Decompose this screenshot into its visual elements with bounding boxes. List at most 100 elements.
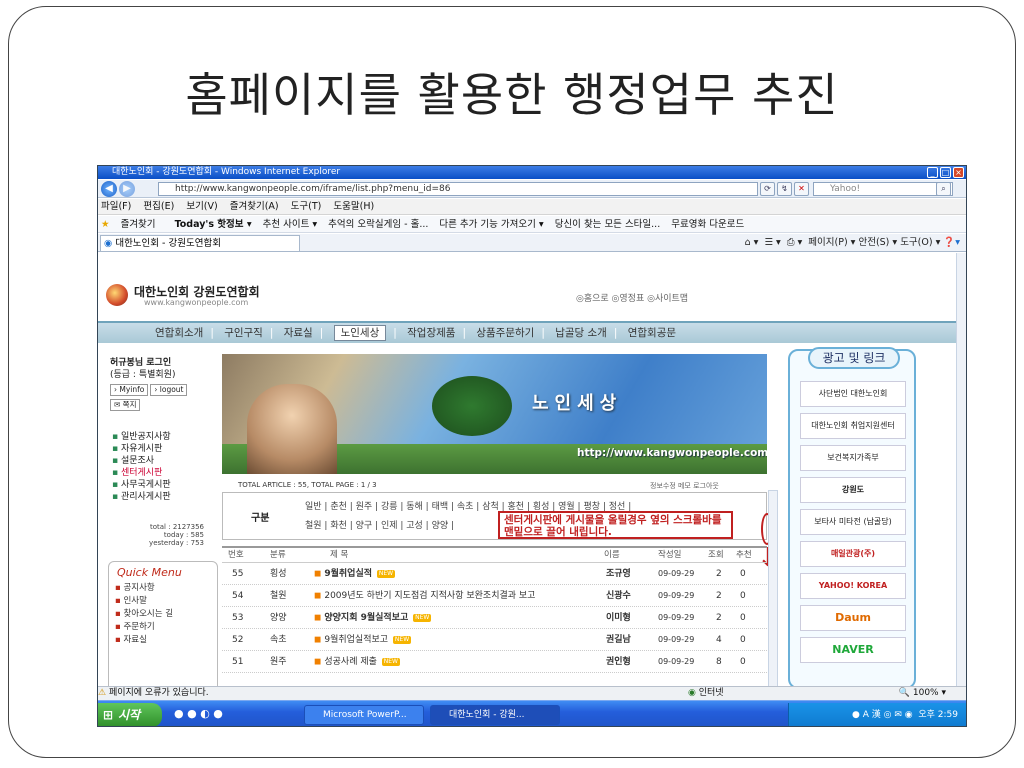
note-button[interactable]: ✉ 쪽지 xyxy=(110,399,141,411)
quick-notice[interactable]: 공지사항 xyxy=(115,582,173,595)
fav-style[interactable]: 당신이 찾는 모든 스타일... xyxy=(555,219,661,230)
myinfo-button[interactable]: › Myinfo xyxy=(110,384,149,396)
command-menus[interactable]: 페이지(P) ▾ 안전(S) ▾ 도구(O) ▾ xyxy=(808,237,940,248)
nav-products[interactable]: 작업장제품 xyxy=(407,327,455,339)
fav-movie[interactable]: 무료영화 다운로드 xyxy=(671,219,744,230)
page-scrollbar[interactable] xyxy=(956,253,966,686)
board-center[interactable]: 센터게시판 xyxy=(112,467,171,479)
login-box: 허규봉님 로그인 (등급 : 특별회원) › Myinfo › logout ✉ … xyxy=(110,357,189,411)
close-icon[interactable]: × xyxy=(953,167,964,178)
ad-welfare-ministry[interactable]: 보건복지가족부 xyxy=(800,445,906,471)
nav-order[interactable]: 상품주문하기 xyxy=(476,327,534,339)
fav-recommend[interactable]: 추천 사이트 ▾ xyxy=(263,219,318,230)
ad-naver[interactable]: NAVER xyxy=(800,637,906,663)
nav-columbarium[interactable]: 납골당 소개 xyxy=(555,327,607,339)
nav-archive[interactable]: 자료실 xyxy=(284,327,313,339)
favorites-button[interactable]: ★ 즐겨찾기 xyxy=(101,219,164,230)
banner-tree xyxy=(432,376,512,436)
address-input[interactable]: http://www.kangwonpeople.com/iframe/list… xyxy=(158,182,758,196)
compat-icon[interactable]: ↯ xyxy=(777,182,792,196)
ad-job-center[interactable]: 대한노인회 취업지원센터 xyxy=(800,413,906,439)
maximize-icon[interactable]: □ xyxy=(940,167,951,178)
menu-tools[interactable]: 도구(T) xyxy=(291,201,322,212)
ad-botasa[interactable]: 보타사 미타전 (납골당) xyxy=(800,509,906,535)
print-icon[interactable]: ⎙ ▾ xyxy=(787,237,802,248)
table-row[interactable]: 53 양양 ◼ 양양지회 9월실적보고 NEW 이미형 09-09-29 2 0 xyxy=(222,608,767,629)
refresh-icon[interactable]: ⟳ xyxy=(760,182,775,196)
visit-counter: total : 2127356 today : 585 yesterday : … xyxy=(149,523,204,547)
tab-label: 대한노인회 - 강원도연합회 xyxy=(115,238,221,249)
board-office[interactable]: 사무국게시판 xyxy=(112,479,171,491)
quick-directions[interactable]: 찾아오시는 길 xyxy=(115,608,173,621)
menu-bar: 파일(F) 편집(E) 보기(V) 즐겨찾기(A) 도구(T) 도움말(H) xyxy=(98,199,966,215)
fav-arcade[interactable]: 추억의 오락실게임 - 홀... xyxy=(328,219,428,230)
taskbar-ie[interactable]: 대한노인회 - 강원... xyxy=(430,705,560,725)
ad-senior-association[interactable]: 사단법인 대한노인회 xyxy=(800,381,906,407)
ad-maeil-tour[interactable]: 매일관광(주) xyxy=(800,541,906,567)
back-icon[interactable]: ◀ xyxy=(101,181,117,197)
category-links-2[interactable]: 철원 | 화천 | 양구 | 인제 | 고성 | 양양 | xyxy=(305,518,454,531)
menu-help[interactable]: 도움말(H) xyxy=(333,201,374,212)
board-manager[interactable]: 관리사게시판 xyxy=(112,491,171,503)
board-scrollbar[interactable] xyxy=(768,490,778,686)
browser-tab[interactable]: ◉ 대한노인회 - 강원도연합회 xyxy=(100,235,300,251)
board-survey[interactable]: 설문조사 xyxy=(112,455,171,467)
slide: 홈페이지를 활용한 행정업무 추진 대한노인회 - 강원도연합회 - Windo… xyxy=(8,6,1016,758)
menu-edit[interactable]: 편집(E) xyxy=(143,201,174,212)
menu-favorites[interactable]: 즐겨찾기(A) xyxy=(230,201,279,212)
warning-icon[interactable]: ⚠ xyxy=(98,688,106,698)
table-row[interactable]: 51 원주 ◼ 성공사례 제출 NEW 권인형 09-09-29 8 0 xyxy=(222,652,767,673)
minimize-icon[interactable]: _ xyxy=(927,167,938,178)
org-url: www.kangwonpeople.com xyxy=(144,298,249,307)
forward-icon[interactable]: ▶ xyxy=(119,181,135,197)
ad-gangwon[interactable]: 강원도 xyxy=(800,477,906,503)
home-icon[interactable]: ⌂ ▾ xyxy=(745,237,759,248)
ad-yahoo[interactable]: YAHOO! KOREA xyxy=(800,573,906,599)
feed-icon[interactable]: ☰ ▾ xyxy=(765,237,781,248)
nav-senior-world[interactable]: 노인세상 xyxy=(333,325,387,341)
command-bar: ⌂ ▾ ☰ ▾ ⎙ ▾ 페이지(P) ▾ 안전(S) ▾ 도구(O) ▾ ❓▾ xyxy=(745,236,960,250)
table-row[interactable]: 54 철원 ◼ 2009년도 하반기 지도점검 지적사항 보완조치결과 보고 신… xyxy=(222,586,767,607)
logout-button[interactable]: › logout xyxy=(150,384,188,396)
col-name: 이름 xyxy=(604,550,620,560)
nav-notice[interactable]: 연합회공문 xyxy=(628,327,676,339)
star-icon: ★ xyxy=(101,219,110,230)
banner-title: 노인세상 xyxy=(532,393,623,414)
fav-addons[interactable]: 다른 추가 기능 가져오기 ▾ xyxy=(439,219,543,230)
quick-menu: Quick Menu 공지사항 인사말 찾아오시는 길 주문하기 자료실 xyxy=(108,561,218,686)
nav-about[interactable]: 연합회소개 xyxy=(155,327,203,339)
quick-menu-list: 공지사항 인사말 찾아오시는 길 주문하기 자료실 xyxy=(115,582,173,647)
table-row[interactable]: 55 횡성 ◼ 9월취업실적 NEW 조규영 09-09-29 2 0 xyxy=(222,564,767,585)
windows-flag-icon: ⊞ xyxy=(103,708,114,722)
board-notice[interactable]: 일반공지사항 xyxy=(112,431,171,443)
globe-icon: ◉ xyxy=(688,688,696,698)
search-icon[interactable]: ⌕ xyxy=(936,182,951,196)
quick-archive[interactable]: 자료실 xyxy=(115,634,173,647)
stop-icon[interactable]: ✕ xyxy=(794,182,809,196)
search-input[interactable]: Yahoo! xyxy=(813,182,953,196)
member-tools[interactable]: 정보수정 메모 로그아웃 xyxy=(650,481,719,491)
search-placeholder: Yahoo! xyxy=(830,184,861,194)
category-label: 구분 xyxy=(251,513,270,524)
hero-banner: 노인세상 http://www.kangwonpeople.com xyxy=(222,354,767,474)
quick-menu-title: Quick Menu xyxy=(117,566,182,579)
start-button[interactable]: ⊞ 시작 xyxy=(98,703,162,726)
board-free[interactable]: 자유게시판 xyxy=(112,443,171,455)
quicklaunch-icons[interactable]: ● ● ◐ ● xyxy=(174,707,223,720)
quick-greeting[interactable]: 인사말 xyxy=(115,595,173,608)
quick-order[interactable]: 주문하기 xyxy=(115,621,173,634)
table-row[interactable]: 52 속초 ◼ 9월취업실적보고 NEW 권길남 09-09-29 4 0 xyxy=(222,630,767,651)
top-links[interactable]: ◎홈으로 ◎영정표 ◎사이트맵 xyxy=(576,291,688,304)
menu-file[interactable]: 파일(F) xyxy=(101,201,131,212)
main-nav: 연합회소개 | 구인구직 | 자료실 | 노인세상 | 작업장제품 | 상품주문하기 | 납… xyxy=(98,321,956,343)
zoom-level[interactable]: 🔍 100% ▾ xyxy=(899,687,946,700)
help-icon[interactable]: ❓▾ xyxy=(943,237,960,248)
menu-view[interactable]: 보기(V) xyxy=(186,201,217,212)
taskbar-powerpoint[interactable]: Microsoft PowerP... xyxy=(304,705,424,725)
scroll-instruction-callout: 센터게시판에 게시물을 올릴경우 옆의 스크롤바를 맨밑으로 끌어 내립니다. xyxy=(498,511,733,539)
fav-today[interactable]: Today's 핫정보 ▾ xyxy=(175,219,252,230)
ad-daum[interactable]: Daum xyxy=(800,605,906,631)
tray-icons[interactable]: ● A 漢 ◎ ✉ ◉ xyxy=(852,710,915,720)
address-toolbar: ◀ ▶ http://www.kangwonpeople.com/iframe/… xyxy=(98,180,966,198)
nav-jobs[interactable]: 구인구직 xyxy=(224,327,263,339)
